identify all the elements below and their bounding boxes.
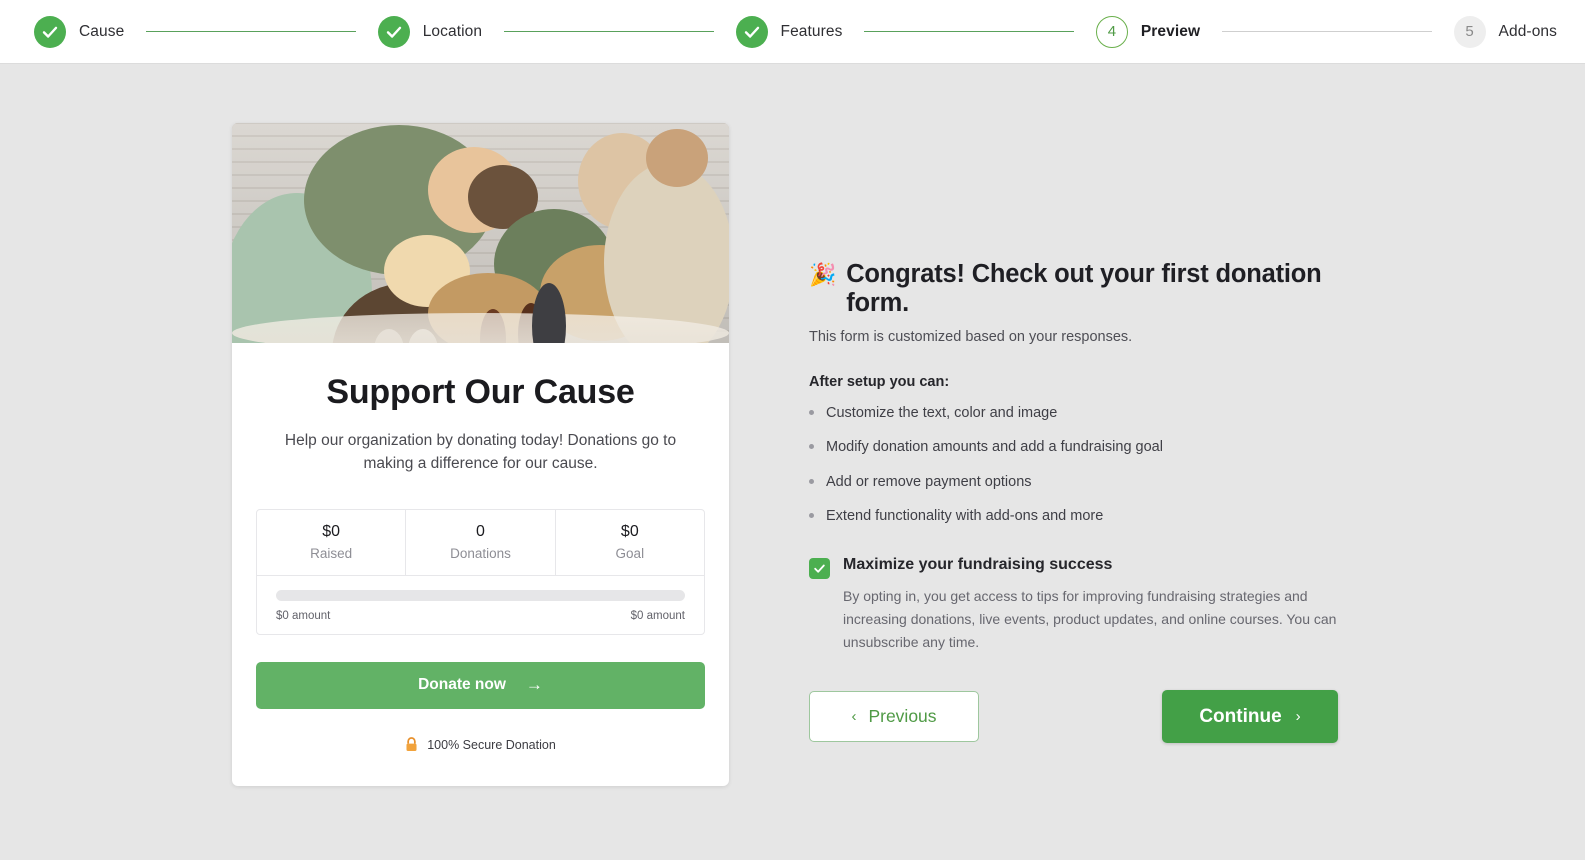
step-number-addons: 5 [1453, 15, 1486, 48]
stepper-step-cause[interactable]: Cause [34, 15, 125, 48]
stats-row: $0 Raised 0 Donations $0 Goal [257, 509, 704, 576]
form-description: Help our organization by donating today!… [284, 432, 677, 473]
stat-raised: $0 Raised [257, 510, 405, 575]
donate-now-label: Donate now [418, 676, 506, 693]
party-popper-icon: 🎉 [809, 262, 837, 287]
arrow-right-icon: → [525, 675, 543, 694]
check-icon [814, 564, 825, 573]
stepper-connector-4 [1222, 30, 1432, 33]
step-check-icon-cause [34, 15, 66, 48]
list-item: Add or remove payment options [809, 472, 1369, 492]
progress-label-left: $0 amount [276, 609, 331, 622]
stepper-label-preview: Preview [1140, 22, 1201, 40]
stepper-step-location[interactable]: Location [377, 15, 483, 48]
info-panel: 🎉 Congrats! Check out your first donatio… [809, 260, 1369, 744]
list-item: Modify donation amounts and add a fundra… [809, 437, 1369, 457]
previous-button-label: Previous [868, 706, 937, 727]
stepper-connector-1 [146, 30, 356, 33]
stat-goal-label: Goal [615, 545, 645, 561]
stepper-step-addons[interactable]: 5 Add-ons [1453, 15, 1557, 48]
page-body: Support Our Cause Help our organization … [0, 64, 1585, 860]
stepper-connector-3 [864, 30, 1074, 33]
hero-photo-volunteers [232, 123, 729, 343]
secure-donation-note: 100% Secure Donation [256, 736, 705, 754]
optin-section: Maximize your fundraising success By opt… [809, 556, 1369, 653]
after-setup-label: After setup you can: [809, 374, 950, 390]
progress-stepper: Cause Location Features 4 Preview 5 Add-… [0, 0, 1585, 64]
progress-bar [276, 589, 685, 601]
stat-donations-value: 0 [476, 522, 485, 540]
lock-icon [405, 736, 418, 754]
stat-raised-value: $0 [322, 522, 341, 540]
stats-panel: $0 Raised 0 Donations $0 Goal $0 amount … [256, 508, 705, 635]
panel-subheading: This form is customized based on your re… [809, 329, 1133, 345]
stepper-step-features[interactable]: Features [735, 15, 843, 48]
continue-button[interactable]: Continue › [1162, 690, 1338, 744]
stat-raised-label: Raised [310, 545, 353, 561]
stepper-label-features: Features [780, 22, 843, 40]
panel-actions: ‹ Previous Continue › [809, 690, 1338, 744]
card-body: Support Our Cause Help our organization … [232, 343, 729, 786]
progress-labels: $0 amount $0 amount [276, 610, 685, 622]
optin-description: By opting in, you get access to tips for… [843, 588, 1337, 650]
list-item: Extend functionality with add-ons and mo… [809, 506, 1369, 526]
optin-checkbox[interactable] [809, 558, 830, 580]
step-number-preview: 4 [1095, 15, 1128, 48]
optin-text-block: Maximize your fundraising success By opt… [843, 556, 1338, 653]
previous-button[interactable]: ‹ Previous [809, 691, 979, 743]
stepper-label-cause: Cause [79, 22, 125, 40]
donation-form-preview-card: Support Our Cause Help our organization … [232, 123, 729, 786]
stepper-connector-2 [504, 30, 714, 33]
stat-goal: $0 Goal [554, 509, 704, 575]
panel-heading-text: Congrats! Check out your first donation … [846, 260, 1322, 317]
stepper-label-addons: Add-ons [1498, 22, 1557, 40]
stat-goal-value: $0 [620, 522, 639, 540]
form-title: Support Our Cause [326, 373, 635, 411]
progress-section: $0 amount $0 amount [257, 576, 704, 634]
progress-label-right: $0 amount [630, 609, 685, 622]
feature-list: Customize the text, color and image Modi… [809, 403, 1369, 526]
stepper-step-preview[interactable]: 4 Preview [1095, 15, 1201, 48]
donate-now-button[interactable]: Donate now → [256, 661, 705, 709]
step-check-icon-features [735, 15, 768, 48]
chevron-right-icon: › [1295, 708, 1301, 726]
optin-title: Maximize your fundraising success [843, 556, 1113, 574]
step-check-icon-location [377, 15, 410, 48]
stat-donations: 0 Donations [405, 509, 554, 575]
stat-donations-label: Donations [450, 545, 511, 561]
stepper-label-location: Location [422, 22, 483, 40]
chevron-left-icon: ‹ [851, 708, 857, 726]
continue-button-label: Continue [1199, 705, 1282, 727]
secure-donation-text: 100% Secure Donation [427, 738, 556, 752]
panel-heading: 🎉 Congrats! Check out your first donatio… [809, 260, 1369, 318]
list-item: Customize the text, color and image [809, 403, 1369, 423]
